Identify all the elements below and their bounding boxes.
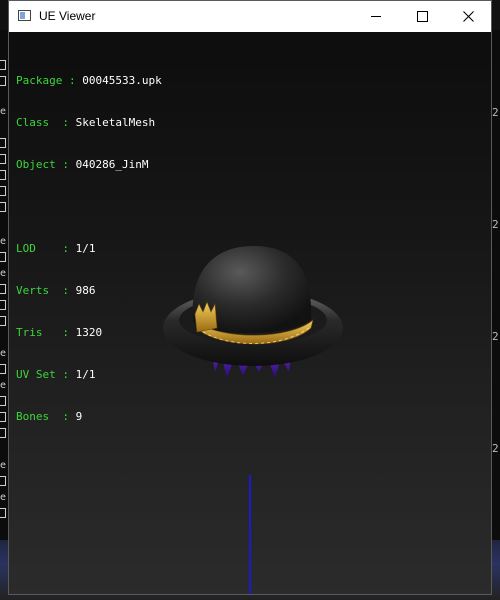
console-bracket [0,170,6,180]
3d-viewport[interactable]: Package : 00045533.upk Class : SkeletalM… [9,32,491,594]
console-bracket [0,154,6,164]
console-char: 2 [492,330,499,343]
info-label: Object [16,158,63,171]
console-bracket [0,396,6,406]
maximize-button[interactable] [399,1,445,32]
console-char: e [0,106,7,117]
title-bar[interactable]: UE Viewer [9,1,491,33]
console-char: e [0,236,7,247]
console-char: 2 [492,442,499,455]
info-label: Package [16,74,63,87]
info-row-class: Class : SkeletalMesh [16,116,156,129]
info-row-bones: Bones : 9 [16,410,83,423]
console-bracket [0,252,6,262]
info-row-object: Object : 040286_JinM [16,158,149,171]
info-value: 040286_JinM [75,158,149,171]
console-bracket [0,364,6,374]
info-value: 1320 [75,326,103,339]
background-console-right: 2 2 2 2 [492,30,500,600]
close-icon [462,11,474,22]
console-bracket [0,186,6,196]
console-bracket [0,412,6,422]
skeletal-mesh-render [163,246,343,378]
axis-line [249,475,251,594]
console-char: e [0,268,7,279]
info-label: Bones [16,410,63,423]
info-label: Tris [16,326,63,339]
maximize-icon [416,11,428,22]
info-row-verts: Verts : 986 [16,284,96,297]
app-window-icon [18,10,31,21]
console-bracket [0,428,6,438]
info-value: 00045533.upk [82,74,162,87]
close-button[interactable] [445,1,491,32]
info-label: Verts [16,284,63,297]
console-bracket [0,316,6,326]
info-value: 9 [75,410,83,423]
info-value: SkeletalMesh [75,116,156,129]
info-value: 1/1 [75,242,96,255]
info-value: 986 [75,284,96,297]
info-row-lod: LOD : 1/1 [16,242,96,255]
console-char: e [0,492,7,503]
console-bracket [0,138,6,148]
mesh-info-overlay: Package : 00045533.upk Class : SkeletalM… [16,46,162,452]
info-label: Class [16,116,63,129]
console-char: e [0,380,7,391]
console-bracket [0,60,6,70]
info-value: 1/1 [75,368,96,381]
info-row-package: Package : 00045533.upk [16,74,162,87]
ue-viewer-window: UE Viewer Package : 00045533.upk Class :… [8,0,492,595]
minimize-icon [371,16,381,17]
console-bracket [0,284,6,294]
window-title: UE Viewer [39,9,96,23]
minimize-button[interactable] [353,1,399,32]
console-bracket [0,76,6,86]
info-row-uvset: UV Set : 1/1 [16,368,96,381]
console-bracket [0,476,6,486]
info-row-tris: Tris : 1320 [16,326,103,339]
hat-crown-ornament [194,301,218,333]
console-bracket [0,508,6,518]
console-char: 2 [492,218,499,231]
console-char: 2 [492,106,499,119]
console-bracket [0,202,6,212]
console-bracket [0,300,6,310]
info-label: UV Set [16,368,63,381]
console-char: e [0,460,7,471]
console-char: e [0,348,7,359]
info-label: LOD [16,242,63,255]
